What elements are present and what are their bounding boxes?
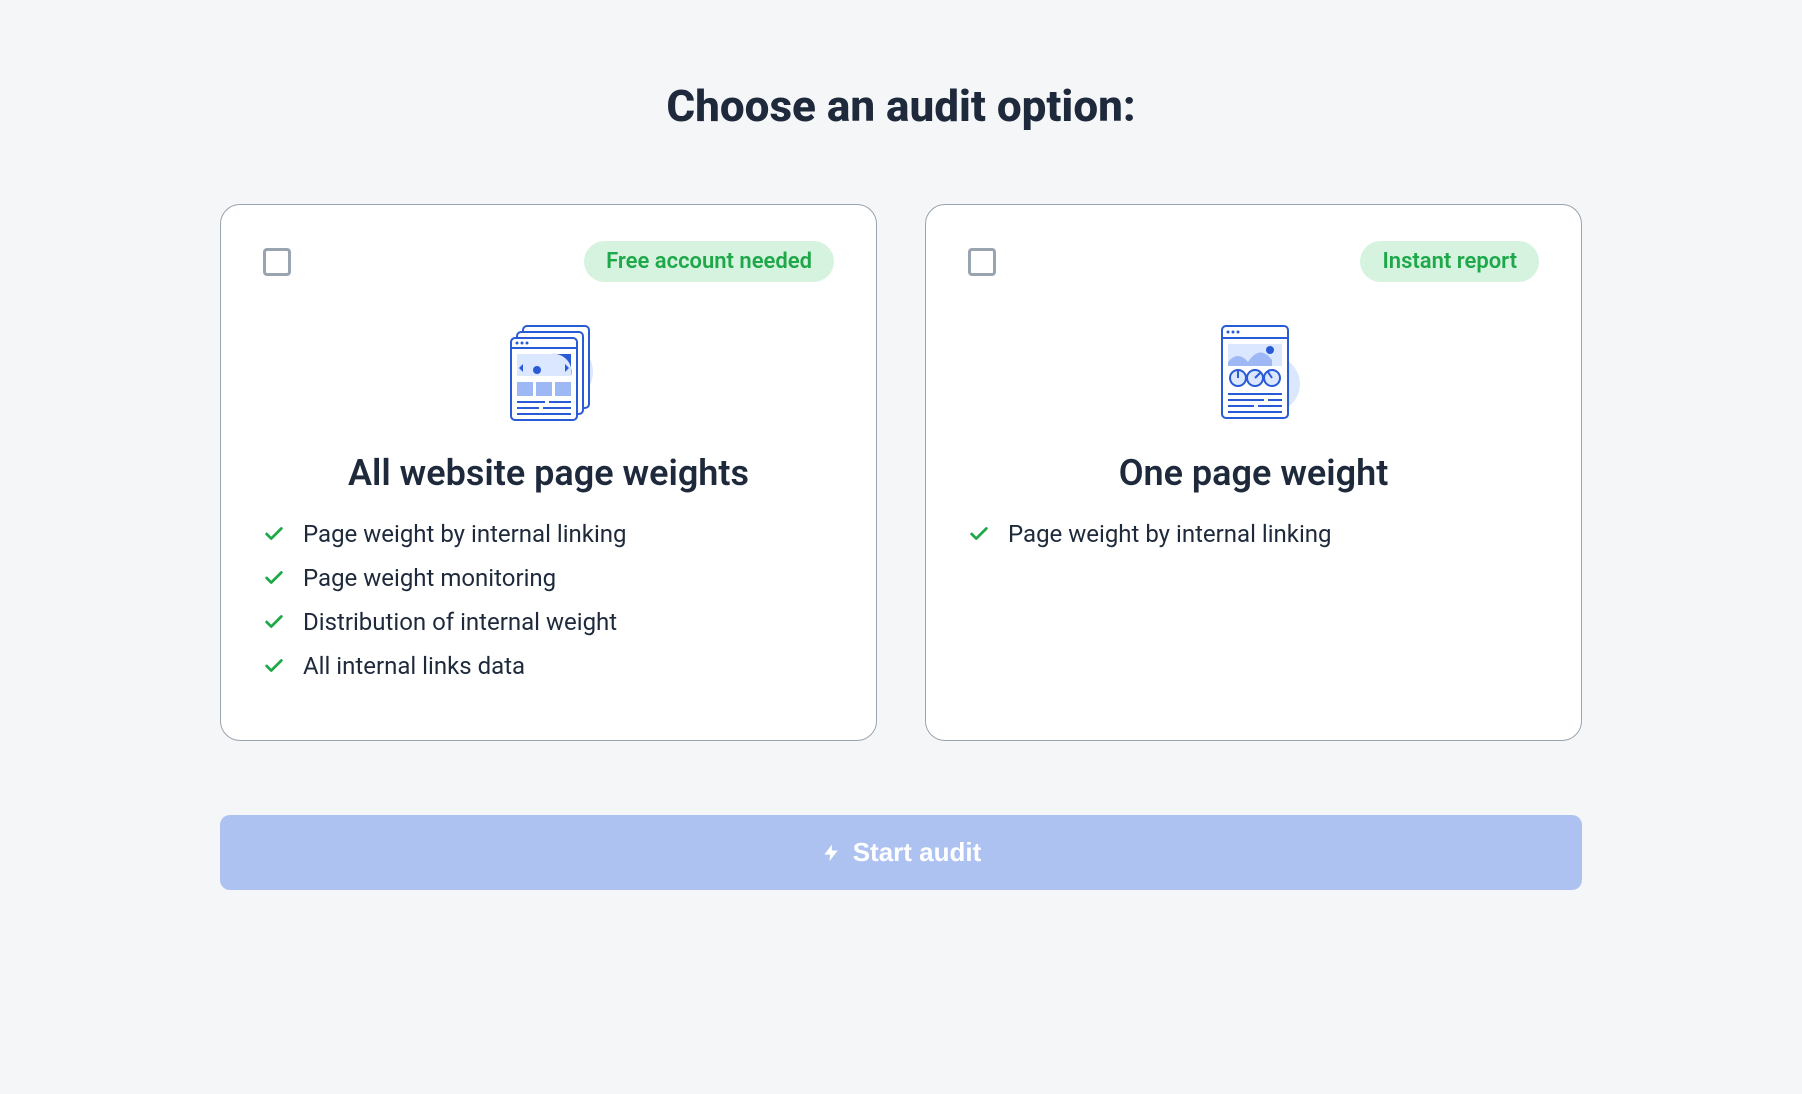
page-title: Choose an audit option: [220, 80, 1582, 132]
feature-text: Distribution of internal weight [303, 608, 617, 636]
feature-text: Page weight by internal linking [1008, 520, 1332, 548]
start-audit-button[interactable]: Start audit [220, 815, 1582, 890]
feature-text: All internal links data [303, 652, 525, 680]
badge-instant-report: Instant report [1360, 241, 1539, 282]
card-header: Free account needed [263, 241, 834, 282]
check-icon [263, 655, 285, 677]
feature-item: Page weight monitoring [263, 564, 834, 592]
card-title-one-page: One page weight [968, 452, 1539, 494]
check-icon [263, 523, 285, 545]
option-card-one-page[interactable]: Instant report [925, 204, 1582, 741]
badge-free-account: Free account needed [584, 241, 834, 282]
lightning-icon [821, 841, 841, 865]
illustration-multiple-pages-icon [263, 312, 834, 432]
feature-item: Distribution of internal weight [263, 608, 834, 636]
checkbox-all-pages[interactable] [263, 248, 291, 276]
options-row: Free account needed [220, 204, 1582, 741]
check-icon [263, 611, 285, 633]
check-icon [968, 523, 990, 545]
feature-list: Page weight by internal linking [968, 520, 1539, 548]
feature-text: Page weight monitoring [303, 564, 556, 592]
feature-item: All internal links data [263, 652, 834, 680]
feature-item: Page weight by internal linking [968, 520, 1539, 548]
option-card-all-pages[interactable]: Free account needed [220, 204, 877, 741]
feature-list: Page weight by internal linking Page wei… [263, 520, 834, 680]
cta-label: Start audit [853, 837, 982, 868]
checkbox-one-page[interactable] [968, 248, 996, 276]
check-icon [263, 567, 285, 589]
card-title-all-pages: All website page weights [263, 452, 834, 494]
feature-item: Page weight by internal linking [263, 520, 834, 548]
illustration-single-page-icon [968, 312, 1539, 432]
feature-text: Page weight by internal linking [303, 520, 627, 548]
card-header: Instant report [968, 241, 1539, 282]
